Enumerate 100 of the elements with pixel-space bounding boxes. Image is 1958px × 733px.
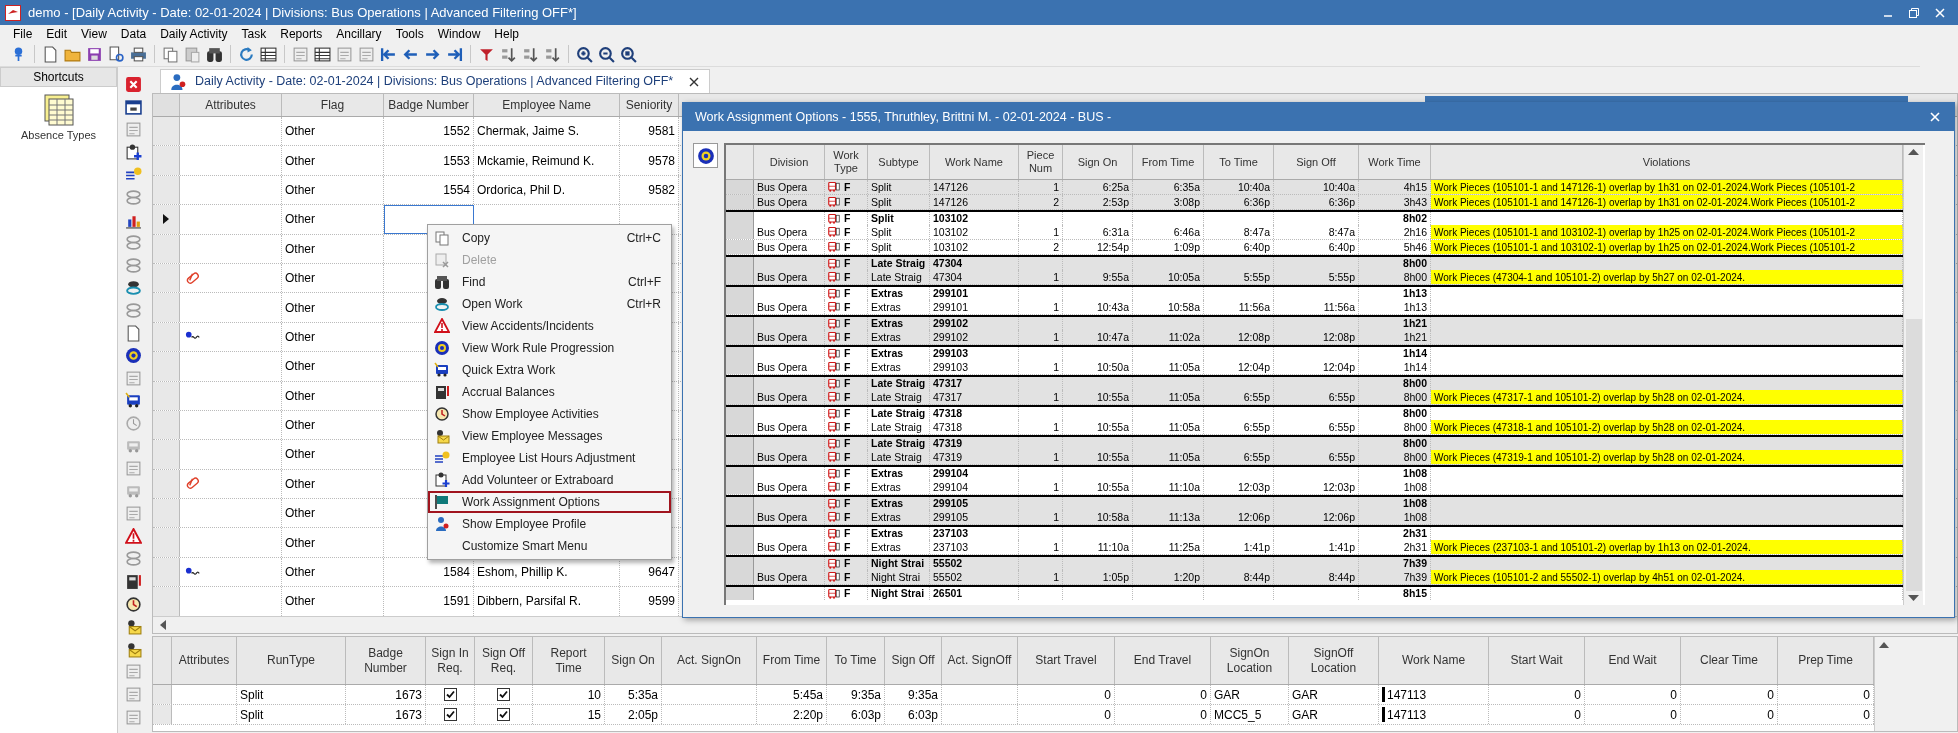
menu-item[interactable]: Quick Extra Work xyxy=(428,359,671,381)
document-icon[interactable] xyxy=(42,45,59,63)
form-icon[interactable] xyxy=(124,708,142,726)
column-header[interactable]: From Time xyxy=(1133,145,1204,179)
scroll-left-icon[interactable] xyxy=(159,620,167,630)
menu-item[interactable]: File xyxy=(6,24,40,43)
table-icon[interactable] xyxy=(314,45,331,63)
column-header[interactable]: SignOn Location xyxy=(1211,637,1289,684)
column-header[interactable]: Work Type xyxy=(825,145,868,179)
menu-item[interactable]: Ancillary xyxy=(329,24,389,43)
column-header[interactable]: Badge Number xyxy=(346,637,426,684)
column-header[interactable]: Flag xyxy=(282,94,384,116)
column-header[interactable]: Sign Off xyxy=(885,637,942,684)
validate-button[interactable] xyxy=(693,143,718,168)
menu-item[interactable]: View Accidents/Incidents xyxy=(428,315,671,337)
column-header[interactable]: RunType xyxy=(237,637,346,684)
last-arrow-icon[interactable] xyxy=(446,45,463,63)
column-header[interactable]: Start Wait xyxy=(1489,637,1585,684)
form-icon[interactable] xyxy=(292,45,309,63)
menu-item[interactable]: Daily Activity xyxy=(153,24,235,43)
zoom-out-icon[interactable] xyxy=(598,45,615,63)
menu-item[interactable]: Customize Smart Menu xyxy=(428,535,671,557)
menu-item[interactable]: Accrual Balances xyxy=(428,381,671,403)
form-icon[interactable] xyxy=(336,45,353,63)
sort-icon[interactable] xyxy=(500,45,517,63)
document-tab[interactable]: Daily Activity - Date: 02-01-2024 | Divisions: Bus Operations | Advanced Filtering OFF* xyxy=(160,69,711,93)
column-header[interactable]: To Time xyxy=(827,637,885,684)
column-header[interactable]: Badge Number xyxy=(384,94,474,116)
column-header[interactable]: Act. SignOff xyxy=(942,637,1018,684)
menu-item[interactable]: Work Assignment Options xyxy=(428,491,671,513)
menu-item[interactable]: Show Employee Activities xyxy=(428,403,671,425)
column-header[interactable]: Sign On xyxy=(605,637,662,684)
column-header[interactable]: Subtype xyxy=(868,145,930,179)
link-icon[interactable] xyxy=(124,279,142,297)
menu-item[interactable]: Data xyxy=(113,24,154,43)
column-header[interactable]: Attributes xyxy=(180,94,282,116)
bus-icon[interactable] xyxy=(124,392,142,410)
menu-item[interactable]: Reports xyxy=(273,24,330,43)
column-header[interactable]: Seniority xyxy=(620,94,679,116)
column-header[interactable]: Sign Off xyxy=(1274,145,1359,179)
checkbox[interactable] xyxy=(443,688,457,701)
column-header[interactable]: From Time xyxy=(757,637,827,684)
first-arrow-icon[interactable] xyxy=(380,45,397,63)
form-icon[interactable] xyxy=(124,686,142,704)
column-header[interactable]: Act. SignOn xyxy=(662,637,757,684)
round-badge-icon[interactable] xyxy=(124,347,142,365)
zoom-in-icon[interactable] xyxy=(576,45,593,63)
column-header[interactable]: SignOff Location xyxy=(1289,637,1379,684)
column-header[interactable]: Division xyxy=(754,145,825,179)
calculator-icon[interactable] xyxy=(124,573,142,591)
menu-item[interactable]: Task xyxy=(234,24,274,43)
column-header[interactable]: Employee Name xyxy=(474,94,620,116)
column-header[interactable]: Start Travel xyxy=(1018,637,1115,684)
menu-item[interactable]: Edit xyxy=(39,24,75,43)
form-icon[interactable] xyxy=(124,460,142,478)
clipboard-icon[interactable] xyxy=(184,45,201,63)
menu-item[interactable]: View Employee Messages xyxy=(428,425,671,447)
close-icon[interactable] xyxy=(689,76,700,87)
scroll-thumb[interactable] xyxy=(1905,319,1922,591)
column-header[interactable]: Work Name xyxy=(1379,637,1489,684)
column-header[interactable]: Sign Off Req. xyxy=(475,637,533,684)
printer-icon[interactable] xyxy=(130,45,147,63)
checkbox[interactable] xyxy=(443,708,457,721)
warning-icon[interactable] xyxy=(124,527,142,545)
row-header[interactable] xyxy=(153,205,180,234)
add-person-icon[interactable] xyxy=(124,143,142,161)
menu-item[interactable]: Find Ctrl+F xyxy=(428,271,671,293)
menu-item[interactable]: Show Employee Profile xyxy=(428,513,671,535)
menu-item[interactable]: Employee List Hours Adjustment xyxy=(428,447,671,469)
column-header[interactable]: Sign On xyxy=(1063,145,1133,179)
clock-icon[interactable] xyxy=(124,595,142,613)
checkbox[interactable] xyxy=(497,688,510,701)
sort-icon[interactable] xyxy=(544,45,561,63)
table-icon[interactable] xyxy=(260,45,277,63)
scrollbar[interactable] xyxy=(1903,145,1923,605)
menu-item[interactable]: Open Work Ctrl+R xyxy=(428,293,671,315)
restore-icon[interactable] xyxy=(1908,6,1920,19)
binoculars-icon[interactable] xyxy=(206,45,223,63)
column-header[interactable]: Report Time xyxy=(533,637,605,684)
column-header[interactable]: End Travel xyxy=(1115,637,1211,684)
print-preview-icon[interactable] xyxy=(108,45,125,63)
column-header[interactable]: Piece Num xyxy=(1019,145,1063,179)
shortcut-item[interactable]: Absence Types xyxy=(21,93,96,144)
menu-item[interactable]: Add Volunteer or Extraboard xyxy=(428,469,671,491)
menu-item[interactable]: Help xyxy=(487,24,526,43)
menu-item[interactable]: View xyxy=(74,24,114,43)
column-header[interactable]: Sign In Req. xyxy=(426,637,475,684)
column-header[interactable]: Clear Time xyxy=(1681,637,1778,684)
window-icon[interactable] xyxy=(124,98,142,116)
form-icon[interactable] xyxy=(358,45,375,63)
checkbox[interactable] xyxy=(497,708,510,721)
menu-item[interactable]: Tools xyxy=(388,24,431,43)
column-header[interactable]: Work Name xyxy=(930,145,1019,179)
menu-item[interactable]: Copy Ctrl+C xyxy=(428,227,671,249)
menu-item[interactable]: View Work Rule Progression xyxy=(428,337,671,359)
magnifier-icon[interactable] xyxy=(620,45,637,63)
column-header[interactable]: Work Time xyxy=(1359,145,1431,179)
sort-icon[interactable] xyxy=(522,45,539,63)
column-header[interactable]: End Wait xyxy=(1585,637,1681,684)
form-icon[interactable] xyxy=(124,663,142,681)
